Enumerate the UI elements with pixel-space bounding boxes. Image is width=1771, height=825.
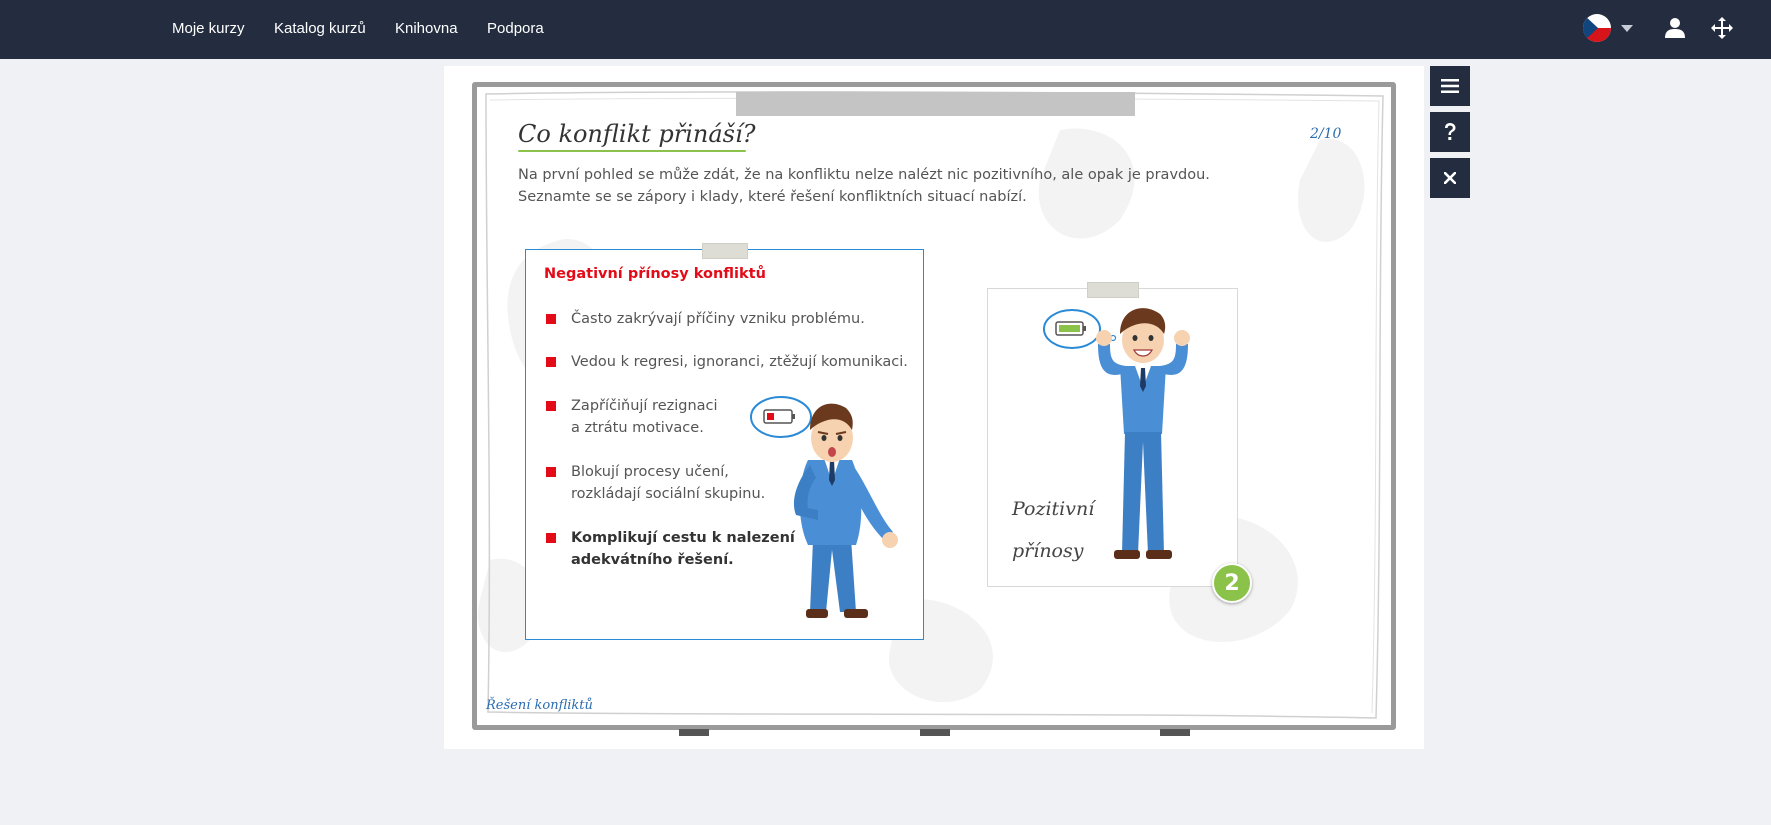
intro-text: Na první pohled se může zdát, že na konf… xyxy=(518,164,1238,208)
move-icon[interactable] xyxy=(1710,16,1734,40)
positive-effects-label: Pozitivní přínosy xyxy=(1012,488,1094,572)
nav-katalog-kurzu[interactable]: Katalog kurzů xyxy=(274,20,366,37)
help-icon xyxy=(1445,123,1456,140)
bullet-icon xyxy=(546,314,556,324)
positive-label-line: přínosy xyxy=(1012,540,1084,562)
nav-moje-kurzy[interactable]: Moje kurzy xyxy=(172,20,245,37)
board-leg xyxy=(1160,729,1190,736)
box-tape xyxy=(702,243,748,259)
page-counter: 2/10 xyxy=(1310,126,1342,142)
bullet-icon xyxy=(546,467,556,477)
intro-line: Seznamte se se zápory i klady, které řeš… xyxy=(518,189,1027,205)
menu-button[interactable] xyxy=(1430,66,1470,106)
board-leg xyxy=(679,729,709,736)
nav-knihovna[interactable]: Knihovna xyxy=(395,20,458,37)
nav-podpora[interactable]: Podpora xyxy=(487,20,544,37)
slide-title: Co konflikt přináší? xyxy=(518,120,756,148)
negative-item: Blokují procesy učení, xyxy=(571,464,729,480)
negative-item: Vedou k regresi, ignoranci, ztěžují komu… xyxy=(571,354,908,370)
help-button[interactable] xyxy=(1430,112,1470,152)
negative-item-cont: a ztrátu motivace. xyxy=(571,420,704,436)
bullet-icon xyxy=(546,533,556,543)
flag-blue-triangle xyxy=(1583,14,1598,42)
bullet-icon xyxy=(546,401,556,411)
negative-item-emphasis-cont: adekvátního řešení. xyxy=(571,552,734,568)
card-tape xyxy=(1087,282,1139,298)
negative-item-cont: rozkládají sociální skupinu. xyxy=(571,486,766,502)
close-button[interactable] xyxy=(1430,158,1470,198)
top-navigation-bar xyxy=(0,0,1771,59)
course-footer-label: Řešení konfliktů xyxy=(486,698,593,713)
step-number-badge[interactable]: 2 xyxy=(1212,563,1252,603)
menu-icon xyxy=(1441,79,1459,93)
sad-man-illustration xyxy=(750,396,898,618)
close-icon xyxy=(1444,172,1456,184)
title-underline xyxy=(518,150,746,152)
negative-item: Často zakrývají příčiny vzniku problému. xyxy=(571,311,865,327)
czech-flag-icon[interactable] xyxy=(1583,14,1611,42)
top-tape xyxy=(736,92,1135,116)
intro-line: Na první pohled se může zdát, že na konf… xyxy=(518,167,1210,183)
negative-item: Zapříčiňují rezignaci xyxy=(571,398,718,414)
positive-label-line: Pozitivní xyxy=(1012,498,1095,520)
chevron-down-icon[interactable] xyxy=(1621,25,1633,32)
user-icon[interactable] xyxy=(1664,17,1686,39)
board-leg xyxy=(920,729,950,736)
bullet-icon xyxy=(546,357,556,367)
negative-effects-title: Negativní přínosy konfliktů xyxy=(544,266,766,282)
